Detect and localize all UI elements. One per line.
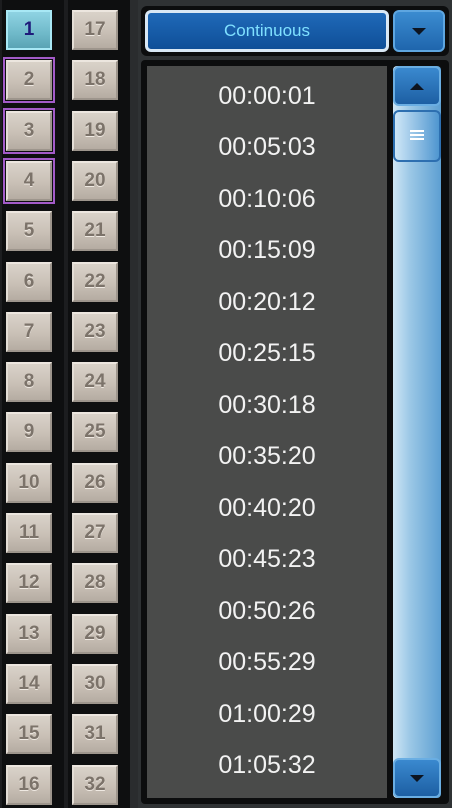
scroll-down-button[interactable]	[393, 758, 441, 798]
mode-dropdown-value: Continuous	[223, 21, 310, 40]
timestamp-item[interactable]: 00:05:03	[147, 126, 387, 170]
channel-column-right: 17 18 19 20 21 22 23 24 25 26 27 28 29 30 31 32	[68, 0, 130, 808]
arrow-up-icon	[410, 82, 424, 90]
timestamp-item[interactable]: 01:00:29	[147, 692, 387, 736]
channel-button-7[interactable]: 7	[6, 311, 52, 352]
mode-dropdown-field[interactable]: Continuous	[145, 10, 389, 52]
arrow-down-icon	[410, 774, 424, 782]
channel-button-11[interactable]: 11	[6, 513, 52, 553]
channel-button-16[interactable]: 16	[6, 764, 52, 805]
channel-button-2[interactable]: 2	[3, 57, 55, 104]
channel-button-5[interactable]: 5	[6, 211, 52, 252]
timestamp-item[interactable]: 01:05:32	[147, 744, 387, 788]
channel-column-left: 1 2 3 4 5 6 7 8 9 10 11 12 13 14 15 16	[2, 0, 64, 808]
channel-button-14[interactable]: 14	[6, 663, 52, 704]
channel-button-13[interactable]: 13	[6, 613, 52, 654]
channel-button-28[interactable]: 28	[72, 563, 118, 604]
timestamp-item[interactable]: 00:45:23	[147, 538, 387, 582]
channel-button-22[interactable]: 22	[72, 261, 118, 302]
channel-button-27[interactable]: 27	[72, 513, 118, 553]
channel-button-20[interactable]: 20	[72, 160, 118, 201]
channel-button-23[interactable]: 23	[72, 311, 118, 352]
timestamp-list[interactable]: 00:00:01 00:05:03 00:10:06 00:15:09 00:20:12…	[147, 66, 387, 798]
channel-button-12[interactable]: 12	[6, 563, 52, 604]
panel-divider	[130, 0, 138, 808]
mode-dropdown: Continuous	[141, 6, 449, 56]
timestamp-item[interactable]: 00:10:06	[147, 177, 387, 221]
timestamp-list-panel: 00:00:01 00:05:03 00:10:06 00:15:09 00:20:12…	[141, 60, 449, 804]
channel-button-21[interactable]: 21	[72, 211, 118, 252]
channel-panel: 1 2 3 4 5 6 7 8 9 10 11 12 13 14 15 16 17 18 19 20 21 22 23 24…	[0, 0, 134, 808]
channel-button-10[interactable]: 10	[6, 462, 52, 503]
mode-dropdown-button[interactable]	[393, 10, 445, 52]
timestamp-item[interactable]: 00:50:26	[147, 589, 387, 633]
scrollbar[interactable]	[393, 66, 441, 798]
timestamp-item[interactable]: 00:55:29	[147, 641, 387, 685]
channel-button-4[interactable]: 4	[3, 157, 55, 204]
scrollbar-thumb[interactable]	[393, 110, 441, 162]
scroll-up-button[interactable]	[393, 66, 441, 106]
channel-button-32[interactable]: 32	[72, 764, 118, 805]
channel-button-18[interactable]: 18	[72, 60, 118, 101]
channel-button-9[interactable]: 9	[6, 412, 52, 453]
channel-button-3[interactable]: 3	[3, 107, 55, 154]
channel-button-17[interactable]: 17	[72, 10, 118, 50]
timestamp-item[interactable]: 00:20:12	[147, 280, 387, 324]
timestamp-item[interactable]: 00:40:20	[147, 486, 387, 530]
grip-icon	[410, 130, 424, 142]
channel-button-6[interactable]: 6	[6, 261, 52, 302]
channel-button-24[interactable]: 24	[72, 362, 118, 403]
channel-button-19[interactable]: 19	[72, 110, 118, 151]
channel-button-30[interactable]: 30	[72, 663, 118, 704]
channel-button-31[interactable]: 31	[72, 714, 118, 755]
channel-button-1[interactable]: 1	[6, 10, 52, 50]
channel-button-29[interactable]: 29	[72, 613, 118, 654]
channel-button-26[interactable]: 26	[72, 462, 118, 503]
timestamp-item[interactable]: 00:00:01	[147, 74, 387, 118]
chevron-down-icon	[412, 27, 426, 35]
timestamp-item[interactable]: 00:15:09	[147, 229, 387, 273]
timestamp-item[interactable]: 00:35:20	[147, 435, 387, 479]
timestamp-item[interactable]: 00:30:18	[147, 383, 387, 427]
channel-button-25[interactable]: 25	[72, 412, 118, 453]
channel-button-15[interactable]: 15	[6, 714, 52, 755]
timestamp-item[interactable]: 00:25:15	[147, 332, 387, 376]
channel-button-8[interactable]: 8	[6, 362, 52, 403]
